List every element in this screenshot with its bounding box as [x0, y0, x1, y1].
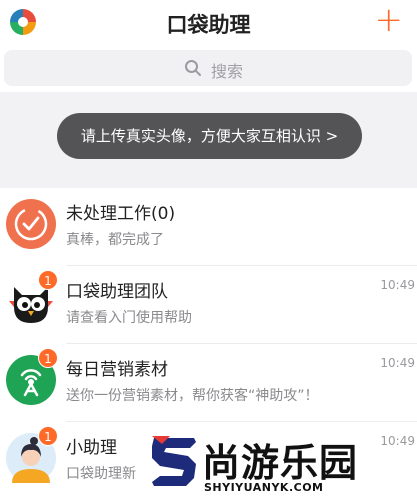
watermark-brand: 尚游乐园: [202, 441, 359, 485]
conversation-preview: 真棒，都完成了: [66, 232, 164, 248]
watermark: 尚游乐园 SHYIYUANYK.COM: [148, 432, 417, 500]
search-icon: [185, 60, 201, 76]
conversation-name: 每日营销素材: [66, 360, 168, 380]
plus-icon[interactable]: +: [375, 2, 404, 38]
conversation-time: 10:49: [380, 356, 415, 370]
conversation-name: 口袋助理团队: [66, 282, 168, 302]
conversation-preview: 请查看入门使用帮助: [66, 310, 192, 326]
unread-badge: 1: [38, 270, 58, 290]
search-bar: 搜索: [0, 44, 417, 92]
conversation-name: 小助理: [66, 438, 117, 458]
upload-avatar-toast[interactable]: 请上传真实头像，方便大家互相认识 >: [57, 113, 362, 159]
conversation-item-pending-work[interactable]: 未处理工作(0) 真棒，都完成了: [0, 188, 417, 266]
check-circle-icon: [6, 199, 56, 249]
conversation-preview: 口袋助理新: [66, 466, 136, 482]
conversation-item-team[interactable]: 1 口袋助理团队 请查看入门使用帮助 10:49: [0, 266, 417, 344]
top-bar: 口袋助理 +: [0, 0, 417, 44]
page-title: 口袋助理: [166, 13, 251, 37]
conversation-time: 10:49: [380, 278, 415, 292]
unread-badge: 1: [38, 348, 58, 368]
watermark-logo-icon: [152, 436, 196, 486]
search-placeholder: 搜索: [211, 62, 244, 81]
conversation-name: 未处理工作(0): [66, 204, 176, 224]
conversation-preview: 送你一份营销素材，帮你获客“神助攻”！: [66, 388, 319, 404]
unread-badge: 1: [38, 426, 58, 446]
search-input[interactable]: 搜索: [4, 50, 412, 86]
conversation-item-marketing[interactable]: 1 每日营销素材 送你一份营销素材，帮你获客“神助攻”！ 10:49: [0, 344, 417, 422]
watermark-url: SHYIYUANYK.COM: [204, 481, 324, 494]
